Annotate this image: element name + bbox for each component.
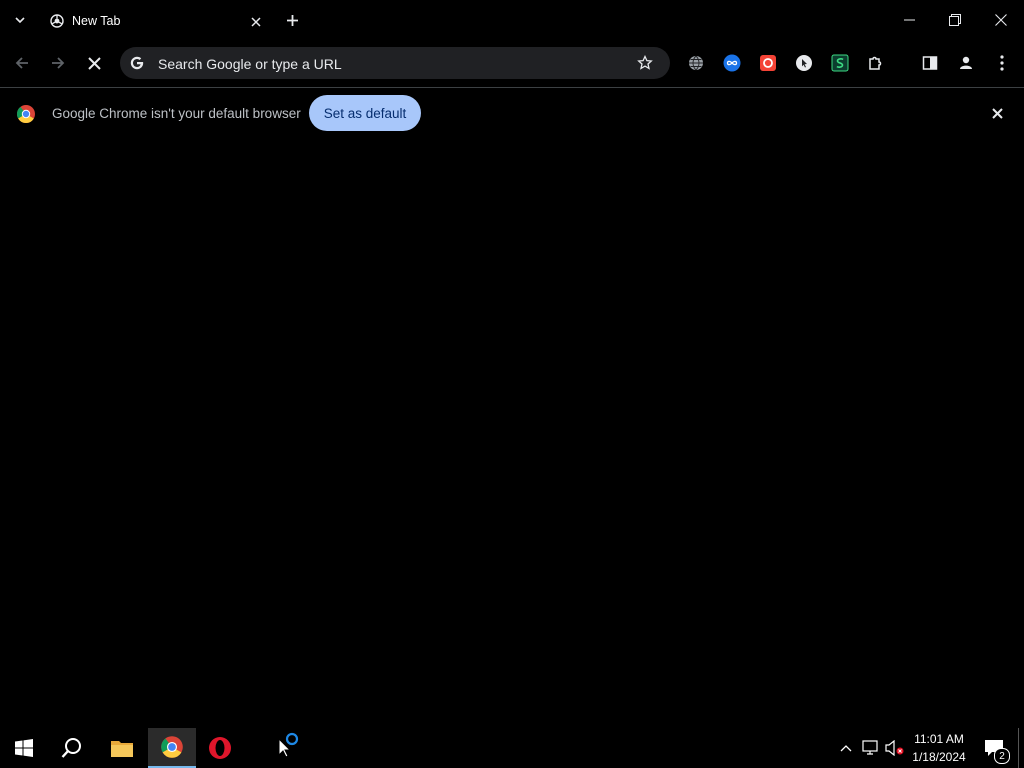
restore-icon[interactable] xyxy=(932,0,978,40)
bookmark-star-icon[interactable] xyxy=(634,53,656,73)
chrome-logo-icon xyxy=(16,104,36,124)
chrome-new-tab-icon xyxy=(50,14,66,30)
notification-count: 2 xyxy=(994,748,1010,764)
page-content xyxy=(0,140,1024,728)
close-tab-icon[interactable] xyxy=(246,12,266,32)
opera-icon[interactable] xyxy=(196,728,244,768)
close-infobar-icon[interactable] xyxy=(986,102,1008,124)
chrome-taskbar-icon[interactable] xyxy=(148,728,196,768)
network-icon[interactable] xyxy=(860,738,882,758)
minimize-icon[interactable] xyxy=(886,0,932,40)
search-input[interactable] xyxy=(156,53,630,75)
set-as-default-button[interactable]: Set as default xyxy=(309,95,421,131)
globe-extension-icon[interactable] xyxy=(686,53,706,73)
volume-muted-icon[interactable] xyxy=(884,738,906,758)
system-clock[interactable]: 11:01 AM 1/18/2024 xyxy=(906,730,972,766)
show-desktop-button[interactable] xyxy=(1018,728,1019,768)
back-icon[interactable] xyxy=(8,49,36,77)
profile-icon[interactable] xyxy=(956,53,976,73)
chevron-up-icon[interactable] xyxy=(836,738,856,758)
tab-search-icon[interactable] xyxy=(6,6,34,34)
google-g-icon xyxy=(128,54,146,72)
side-panel-icon[interactable] xyxy=(920,53,940,73)
forward-icon[interactable] xyxy=(44,49,72,77)
kebab-menu-icon[interactable] xyxy=(992,53,1012,73)
notifications-icon[interactable]: 2 xyxy=(976,732,1012,764)
clock-date: 1/18/2024 xyxy=(912,750,966,764)
file-explorer-icon[interactable] xyxy=(98,728,146,768)
clock-time: 11:01 AM xyxy=(914,732,964,746)
close-window-icon[interactable] xyxy=(978,0,1024,40)
red-extension-icon[interactable] xyxy=(758,53,778,73)
s-extension-icon[interactable] xyxy=(830,53,850,73)
infobar-message: Google Chrome isn't your default browser xyxy=(52,106,301,121)
windows-start-icon[interactable] xyxy=(0,728,48,768)
tab-title: New Tab xyxy=(72,14,121,28)
puzzle-extensions-icon[interactable] xyxy=(866,53,886,73)
search-icon[interactable] xyxy=(48,728,96,768)
infinity-extension-icon[interactable] xyxy=(722,53,742,73)
tab-new-tab[interactable]: New Tab xyxy=(40,4,272,40)
stop-loading-icon[interactable] xyxy=(80,49,108,77)
cursor-extension-icon[interactable] xyxy=(794,53,814,73)
loading-cursor-icon xyxy=(276,732,304,760)
new-tab-icon[interactable] xyxy=(280,8,304,32)
address-bar[interactable] xyxy=(120,47,670,79)
